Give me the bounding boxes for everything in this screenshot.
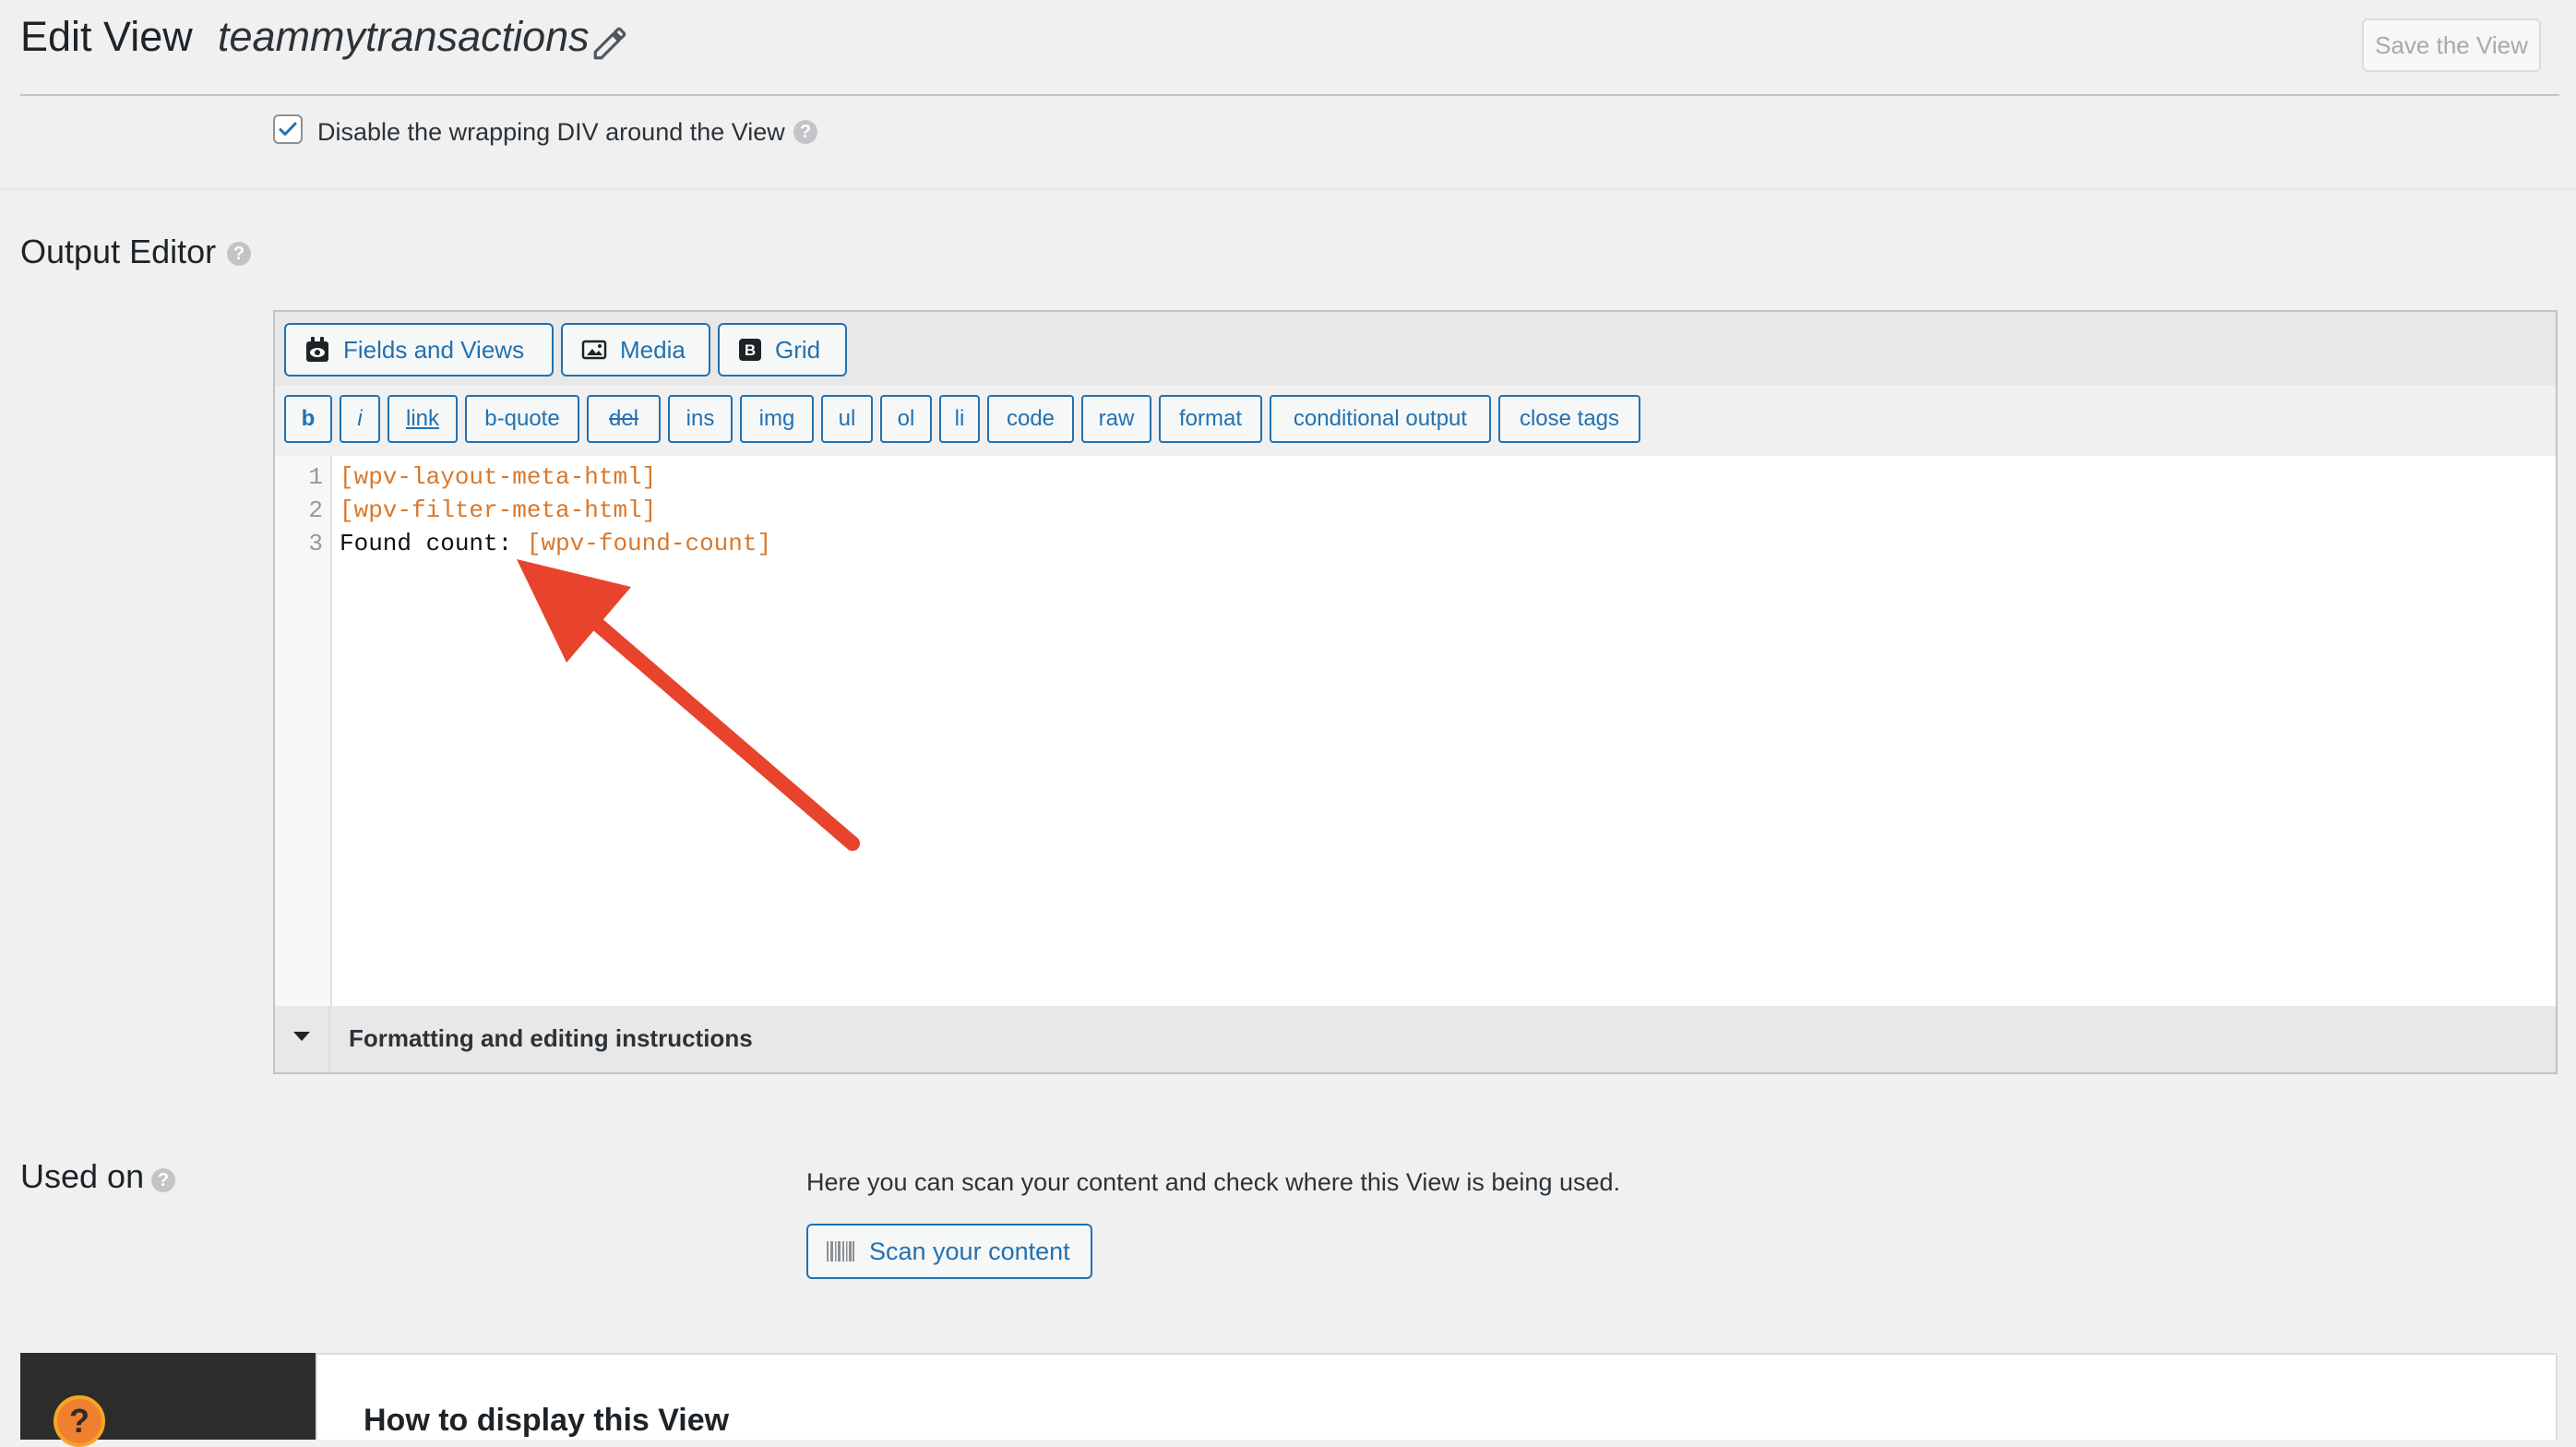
code-editor[interactable]: 1 2 3 [wpv-layout-meta-html] [wpv-filter…: [275, 456, 2556, 1008]
formatting-instructions-label: Formatting and editing instructions: [349, 1024, 753, 1052]
code-line-1: [wpv-layout-meta-html]: [340, 463, 657, 491]
help-icon[interactable]: ?: [227, 242, 251, 266]
quicktag-ins-button[interactable]: ins: [668, 395, 733, 443]
header-divider: [20, 94, 2559, 96]
disable-wrapping-div-checkbox[interactable]: [273, 114, 303, 144]
scan-content-label: Scan your content: [869, 1237, 1070, 1265]
line-number: 3: [308, 530, 323, 557]
quicktag-italic-button[interactable]: i: [340, 395, 380, 443]
code-line-2: [wpv-filter-meta-html]: [340, 496, 657, 524]
fields-views-icon: [306, 337, 328, 362]
quicktags-toolbar: b i link b-quote del ins img ul ol li co…: [275, 386, 2556, 458]
view-name-title: teammytransactions: [218, 13, 590, 60]
how-to-display-panel: How to display this View: [316, 1353, 2558, 1440]
scan-content-button[interactable]: Scan your content: [806, 1224, 1092, 1279]
output-editor: Fields and Views Media B Grid b i link b…: [273, 310, 2558, 1074]
quicktag-bquote-button[interactable]: b-quote: [465, 395, 579, 443]
help-icon[interactable]: ?: [793, 120, 817, 144]
section-divider: [0, 188, 2576, 190]
quicktag-img-button[interactable]: img: [740, 395, 814, 443]
pencil-icon[interactable]: [590, 24, 629, 63]
quicktag-conditional-output-button[interactable]: conditional output: [1270, 395, 1491, 443]
quicktag-close-tags-button[interactable]: close tags: [1498, 395, 1640, 443]
found-count-shortcode: [wpv-found-count]: [526, 530, 772, 557]
formatting-instructions-bar[interactable]: Formatting and editing instructions: [275, 1006, 2556, 1072]
disable-wrapping-div-label: Disable the wrapping DIV around the View: [317, 118, 785, 146]
grid-button[interactable]: B Grid: [718, 323, 847, 377]
svg-text:B: B: [745, 341, 756, 359]
save-view-button[interactable]: Save the View: [2362, 18, 2541, 72]
media-button[interactable]: Media: [561, 323, 710, 377]
quicktag-format-button[interactable]: format: [1159, 395, 1262, 443]
quicktag-li-button[interactable]: li: [939, 395, 980, 443]
quicktag-raw-button[interactable]: raw: [1081, 395, 1151, 443]
triangle-down-icon: [293, 1032, 310, 1041]
quicktag-code-button[interactable]: code: [987, 395, 1074, 443]
quicktag-link-button[interactable]: link: [388, 395, 458, 443]
line-number: 1: [308, 463, 323, 491]
how-to-display-title: How to display this View: [364, 1403, 730, 1438]
line-number-gutter: 1 2 3: [275, 456, 332, 1006]
how-to-display-sidebar: ?: [20, 1353, 316, 1447]
media-label: Media: [620, 335, 686, 364]
grid-label: Grid: [775, 335, 821, 364]
used-on-title: Used on: [20, 1157, 145, 1195]
quicktag-ol-button[interactable]: ol: [880, 395, 932, 443]
quicktag-del-button[interactable]: del: [587, 395, 661, 443]
code-line-3: Found count: [wpv-found-count]: [340, 530, 771, 557]
checkmark-icon: [279, 122, 297, 136]
instructions-toggle[interactable]: [275, 1006, 330, 1072]
quicktag-ul-button[interactable]: ul: [821, 395, 873, 443]
editor-toolbar: Fields and Views Media B Grid: [275, 312, 2556, 388]
fields-and-views-button[interactable]: Fields and Views: [284, 323, 554, 377]
page-title: Edit View: [20, 13, 193, 60]
help-icon[interactable]: ?: [151, 1168, 175, 1192]
media-icon: [581, 340, 607, 360]
barcode-icon: [827, 1241, 854, 1262]
grid-icon: B: [739, 339, 761, 361]
code-text: Found count:: [340, 530, 527, 557]
line-number: 2: [308, 496, 323, 524]
quicktag-bold-button[interactable]: b: [284, 395, 332, 443]
used-on-description: Here you can scan your content and check…: [806, 1168, 1621, 1196]
fields-and-views-label: Fields and Views: [343, 335, 525, 364]
output-editor-title: Output Editor: [20, 233, 217, 270]
